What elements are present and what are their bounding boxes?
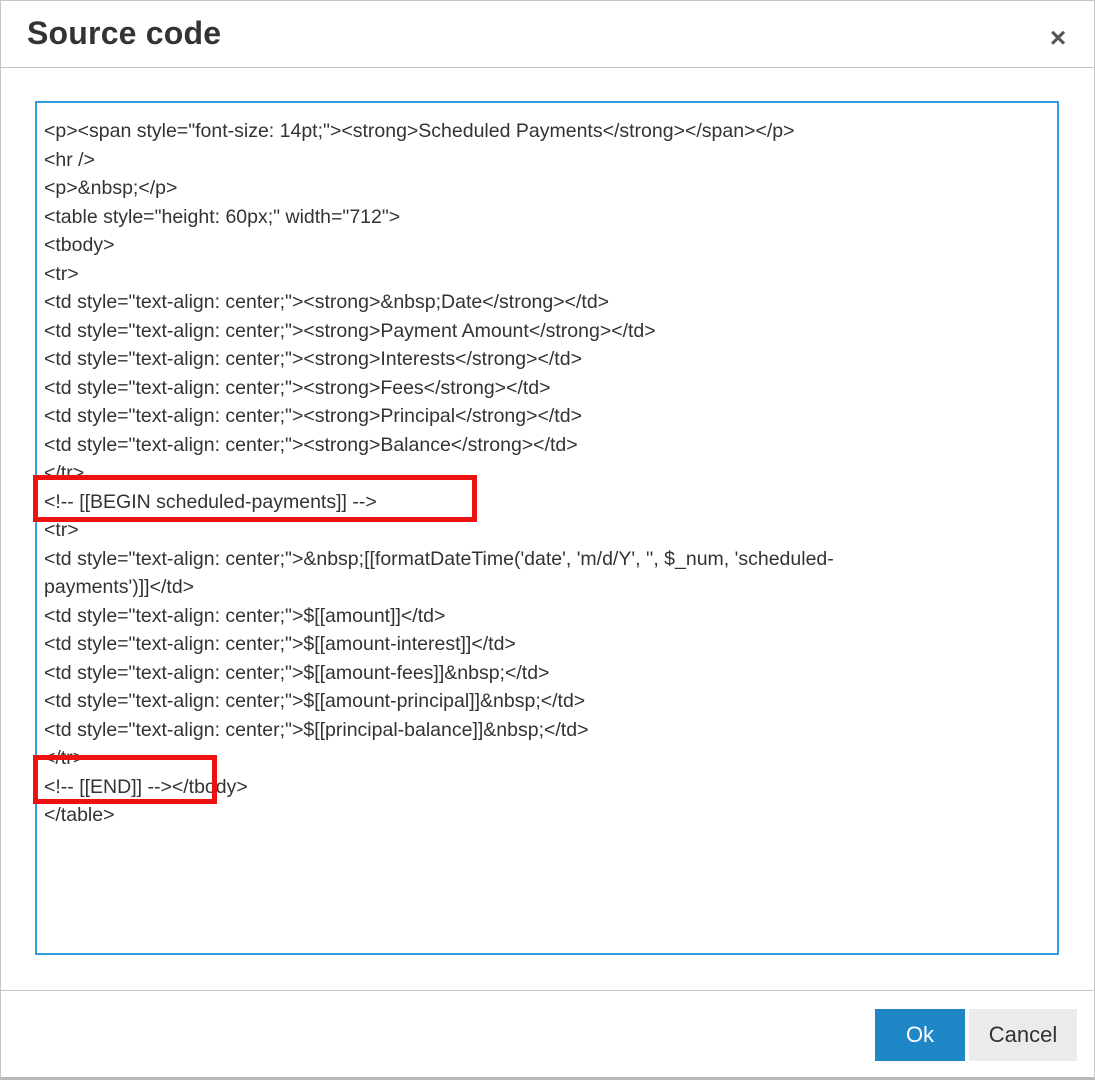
ok-button[interactable]: Ok [875,1009,965,1061]
begin-marker-highlight [33,475,477,522]
code-line: <td style="text-align: center;"><strong>… [44,291,610,313]
code-line: <td style="text-align: center;"><strong>… [44,405,582,427]
close-button[interactable]: × [1041,21,1075,55]
code-line: <td style="text-align: center;"><strong>… [44,376,551,399]
dialog-footer: Ok Cancel [1,990,1094,1078]
code-line: <td style="text-align: center;">$[[princ… [44,718,589,741]
code-line: <tbody> [44,234,115,256]
code-line: <p>&nbsp;</p> [44,177,178,199]
cancel-button[interactable]: Cancel [969,1009,1077,1061]
code-line: <td style="text-align: center;">$[[amoun… [44,690,586,712]
dialog-title: Source code [27,15,222,51]
source-code-dialog: Source code × <p><span style="font-size:… [0,0,1095,1080]
code-line: <td style="text-align: center;">$[[amoun… [44,661,550,684]
code-line: <p><span style="font-size: 14pt;"><stron… [44,120,795,142]
code-line: <td style="text-align: center;"><strong>… [44,348,582,370]
code-line: <td style="text-align: center;"><strong>… [44,319,656,342]
close-icon: × [1049,22,1067,53]
code-line: <table style="height: 60px;" width="712"… [44,205,401,228]
dialog-body: <p><span style="font-size: 14pt;"><stron… [1,68,1094,990]
code-line: <tr> [44,262,79,285]
code-line: <td style="text-align: center;">&nbsp;[[… [44,547,834,570]
code-line: <hr /> [44,148,95,171]
code-line: <td style="text-align: center;">$[[amoun… [44,633,516,655]
code-line: <td style="text-align: center;">$[[amoun… [44,604,446,627]
source-code-textarea[interactable]: <p><span style="font-size: 14pt;"><stron… [35,101,1059,955]
end-marker-highlight [33,755,217,804]
code-line: payments')]]</td> [44,576,195,598]
code-line: <td style="text-align: center;"><strong>… [44,433,578,456]
dialog-header: Source code × [1,1,1094,68]
code-lines: <p><span style="font-size: 14pt;"><stron… [44,117,834,830]
code-line: </table> [44,804,115,826]
